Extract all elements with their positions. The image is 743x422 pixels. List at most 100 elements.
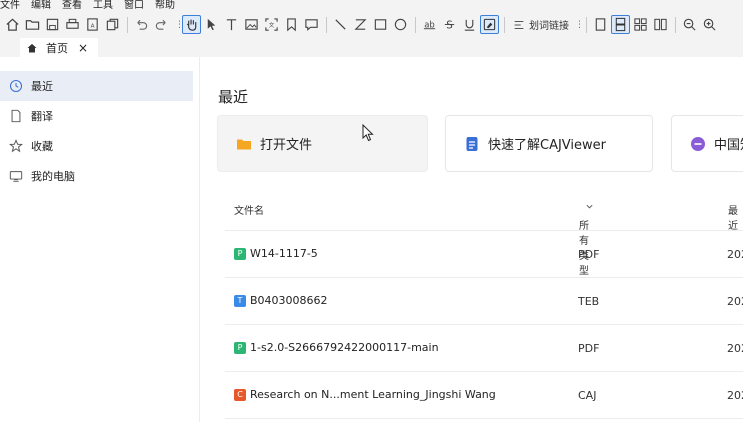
clock-icon xyxy=(9,79,23,93)
continuous-page-icon[interactable] xyxy=(611,15,630,34)
highlight-icon[interactable] xyxy=(480,15,499,34)
table-row[interactable]: C Research on N...ment Learning_Jingshi W… xyxy=(225,372,743,419)
toolbar-separator xyxy=(586,16,587,33)
file-type: TEB xyxy=(578,295,600,308)
svg-text:ab: ab xyxy=(424,19,435,29)
menu-edit[interactable]: 编辑 xyxy=(31,0,51,11)
export-icon[interactable]: A xyxy=(83,15,102,34)
file-name-cell: C Research on N...ment Learning_Jingshi W… xyxy=(234,388,496,401)
file-name-cell: T B0403008662 xyxy=(234,294,328,307)
open-folder-icon[interactable] xyxy=(23,15,42,34)
tab-bar: 首页 × xyxy=(0,38,743,57)
document-icon xyxy=(11,109,21,123)
sidebar-item-my-computer[interactable]: 我的电脑 xyxy=(0,161,193,191)
print-icon[interactable] xyxy=(63,15,82,34)
doc-blue-icon xyxy=(464,136,480,152)
bookmark-icon[interactable] xyxy=(282,15,301,34)
cnki-card[interactable]: 中国知 xyxy=(671,115,743,172)
ocr-tool-icon[interactable]: 文 xyxy=(262,15,281,34)
sidebar-item-translate[interactable]: 翻译 xyxy=(0,101,193,131)
type-filter-dropdown[interactable]: 所有类型 xyxy=(579,202,594,277)
file-name: B0403008662 xyxy=(250,294,328,307)
zoom-in-icon[interactable] xyxy=(700,15,719,34)
save-icon[interactable] xyxy=(43,15,62,34)
word-link-label: 划词链接 xyxy=(529,21,569,32)
grid-view-icon[interactable] xyxy=(631,15,650,34)
toolbar-separator xyxy=(675,16,676,33)
file-name: Research on N...ment Learning_Jingshi Wa… xyxy=(250,388,496,401)
line-tool-icon[interactable] xyxy=(331,15,350,34)
sidebar-item-recent[interactable]: 最近 xyxy=(0,71,193,101)
file-date: 202 xyxy=(727,389,743,402)
table-row[interactable]: T B0403008662 TEB 202 xyxy=(225,278,743,325)
folder-icon xyxy=(236,136,252,152)
pdf-file-icon: P xyxy=(234,341,246,354)
image-tool-icon[interactable] xyxy=(242,15,261,34)
caj-file-icon: C xyxy=(234,388,246,401)
tab-close-button[interactable]: × xyxy=(78,41,88,55)
word-link-button[interactable]: 划词链接 xyxy=(512,15,569,34)
hand-tool-icon[interactable] xyxy=(182,15,201,34)
file-name-cell: P W14-1117-5 xyxy=(234,247,318,260)
toolbar-separator xyxy=(326,16,327,33)
svg-text:A: A xyxy=(91,23,95,29)
toolbar-separator xyxy=(127,16,128,33)
tab-home[interactable]: 首页 × xyxy=(20,38,98,57)
copy-page-icon[interactable] xyxy=(103,15,122,34)
computer-icon xyxy=(9,171,23,182)
sidebar-item-label: 最近 xyxy=(31,80,53,93)
cnki-label: 中国知 xyxy=(714,138,743,153)
two-page-icon[interactable] xyxy=(651,15,670,34)
tab-home-label: 首页 xyxy=(46,41,68,55)
file-name: 1-s2.0-S2666792422000117-main xyxy=(250,341,439,354)
column-header-date[interactable]: 最近 xyxy=(728,202,743,232)
file-type: PDF xyxy=(578,248,600,261)
pdf-file-icon: P xyxy=(234,247,246,260)
sidebar-item-label: 收藏 xyxy=(31,140,53,153)
section-title: 最近 xyxy=(218,88,249,106)
file-date: 202 xyxy=(727,342,743,355)
toolbar-more-dots: ⋮ xyxy=(175,19,184,30)
quick-intro-label: 快速了解CAJViewer xyxy=(488,138,606,153)
file-type: PDF xyxy=(578,342,600,355)
zoom-out-icon[interactable] xyxy=(680,15,699,34)
underline-icon[interactable] xyxy=(460,15,479,34)
menu-file[interactable]: 文件 xyxy=(0,0,20,11)
file-date: 202 xyxy=(727,248,743,261)
select-arrow-icon[interactable] xyxy=(202,15,221,34)
text-tool-icon[interactable] xyxy=(222,15,241,34)
file-date: 202 xyxy=(727,295,743,308)
toolbar-separator xyxy=(504,16,505,33)
table-row[interactable]: P 1-s2.0-S2666792422000117-main PDF 202 xyxy=(225,325,743,372)
strike-s-icon[interactable]: S xyxy=(440,15,459,34)
chevron-down-icon xyxy=(586,204,593,209)
menu-window[interactable]: 窗口 xyxy=(124,0,144,11)
star-icon xyxy=(9,139,23,153)
svg-text:S: S xyxy=(446,19,453,31)
file-name-cell: P 1-s2.0-S2666792422000117-main xyxy=(234,341,439,354)
comment-icon[interactable] xyxy=(302,15,321,34)
sidebar-item-favorites[interactable]: 收藏 xyxy=(0,131,193,161)
open-file-card[interactable]: 打开文件 xyxy=(217,115,428,172)
menu-tools[interactable]: 工具 xyxy=(93,0,113,11)
main-panel: 最近 打开文件 快速了解CAJViewer 中国知 文件名 所有类型 最近 PW… xyxy=(200,57,743,422)
word-link-icon xyxy=(514,20,524,29)
menu-view[interactable]: 查看 xyxy=(62,0,82,11)
file-name: W14-1117-5 xyxy=(250,247,318,260)
svg-text:文: 文 xyxy=(269,21,275,29)
column-header-name[interactable]: 文件名 xyxy=(234,202,264,217)
menu-bar: 文件 编辑 查看 工具 窗口 帮助 xyxy=(0,0,743,11)
ellipse-tool-icon[interactable] xyxy=(391,15,410,34)
mouse-cursor-icon xyxy=(362,124,374,142)
table-row[interactable]: P W14-1117-5 PDF 202 xyxy=(225,231,743,278)
redo-icon[interactable] xyxy=(152,15,171,34)
curve-tool-icon[interactable] xyxy=(351,15,370,34)
strikethrough-icon[interactable]: ab xyxy=(420,15,439,34)
sidebar-item-label: 我的电脑 xyxy=(31,170,75,183)
undo-icon[interactable] xyxy=(132,15,151,34)
menu-help[interactable]: 帮助 xyxy=(155,0,175,11)
rectangle-tool-icon[interactable] xyxy=(371,15,390,34)
single-page-icon[interactable] xyxy=(591,15,610,34)
quick-intro-card[interactable]: 快速了解CAJViewer xyxy=(445,115,653,172)
home-icon[interactable] xyxy=(3,15,22,34)
